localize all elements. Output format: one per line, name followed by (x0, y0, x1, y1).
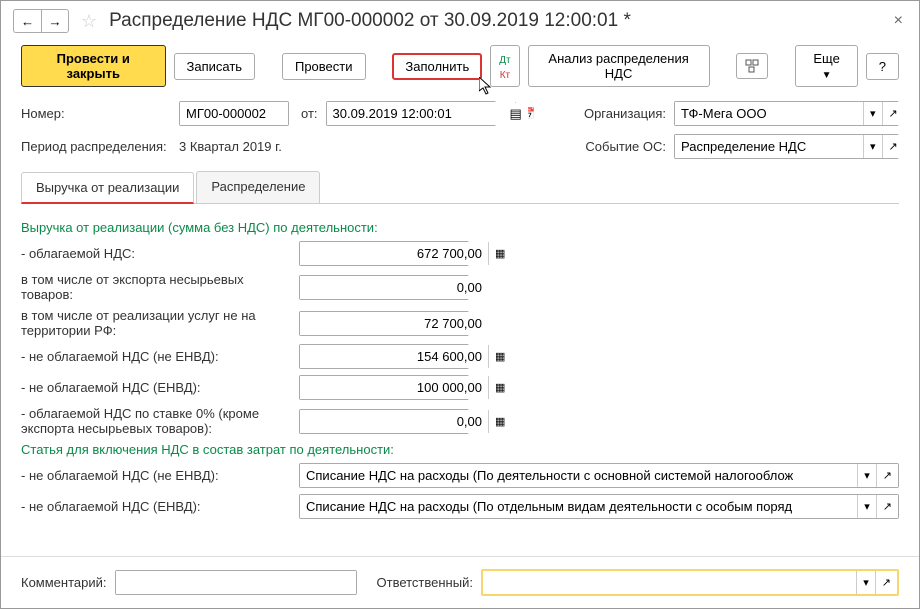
zero-input[interactable] (300, 410, 488, 433)
structure-button[interactable] (736, 53, 768, 79)
article2-label: - не облагаемой НДС (ЕНВД): (21, 499, 291, 514)
open-icon[interactable]: ↗ (875, 571, 897, 594)
not-vat-input[interactable] (300, 345, 488, 368)
number-label: Номер: (21, 106, 171, 121)
fill-button[interactable]: Заполнить (392, 53, 482, 80)
not-vat-label: - не облагаемой НДС (не ЕНВД): (21, 349, 291, 364)
dropdown-icon[interactable]: ▾ (863, 135, 882, 158)
comment-input[interactable] (116, 571, 356, 594)
open-icon[interactable]: ↗ (876, 495, 898, 518)
more-button[interactable]: Еще ▼ (795, 45, 857, 87)
analysis-button[interactable]: Анализ распределения НДС (528, 45, 710, 87)
section-revenue-header: Выручка от реализации (сумма без НДС) по… (21, 220, 899, 235)
forward-button[interactable]: → (41, 9, 69, 33)
comment-label: Комментарий: (21, 575, 107, 590)
org-label: Организация: (584, 106, 666, 121)
dtkt-button[interactable]: ДтКт (490, 45, 519, 87)
article1-input[interactable] (300, 464, 857, 487)
tab-distribution[interactable]: Распределение (196, 171, 320, 203)
article1-label: - не облагаемой НДС (не ЕНВД): (21, 468, 291, 483)
section-articles-header: Статья для включения НДС в состав затрат… (21, 442, 899, 457)
services-input[interactable] (300, 312, 488, 335)
event-label: Событие ОС: (585, 139, 666, 154)
date-label: от: (301, 106, 318, 121)
export-input[interactable] (300, 276, 488, 299)
date-input[interactable] (327, 102, 515, 125)
back-button[interactable]: ← (13, 9, 41, 33)
vat-taxable-label: - облагаемой НДС: (21, 246, 291, 261)
calculator-icon[interactable]: ▦ (488, 410, 511, 433)
page-title: Распределение НДС МГ00-000002 от 30.09.2… (109, 10, 882, 32)
services-label: в том числе от реализации услуг не на те… (21, 308, 291, 338)
org-input[interactable] (675, 102, 863, 125)
tab-revenue[interactable]: Выручка от реализации (21, 172, 194, 204)
close-icon[interactable]: × (890, 12, 907, 30)
calculator-icon[interactable]: ▦ (488, 376, 511, 399)
event-input[interactable] (675, 135, 863, 158)
calculator-icon[interactable]: ▦ (488, 242, 511, 265)
help-button[interactable]: ? (866, 53, 899, 80)
open-icon[interactable]: ↗ (876, 464, 898, 487)
post-button[interactable]: Провести (282, 53, 366, 80)
export-label: в том числе от экспорта несырьевых товар… (21, 272, 291, 302)
vat-taxable-input[interactable] (300, 242, 488, 265)
dropdown-icon[interactable]: ▾ (863, 102, 882, 125)
zero-label: - облагаемой НДС по ставке 0% (кроме экс… (21, 406, 291, 436)
envd-label: - не облагаемой НДС (ЕНВД): (21, 380, 291, 395)
article2-input[interactable] (300, 495, 857, 518)
dropdown-icon[interactable]: ▾ (857, 495, 876, 518)
responsible-input[interactable] (483, 571, 856, 594)
open-icon[interactable]: ↗ (882, 135, 904, 158)
open-icon[interactable]: ↗ (882, 102, 904, 125)
period-value: 3 Квартал 2019 г. (179, 139, 282, 154)
number-input[interactable] (180, 102, 288, 125)
period-label: Период распределения: (21, 139, 171, 154)
dropdown-icon[interactable]: ▾ (857, 464, 876, 487)
post-close-button[interactable]: Провести и закрыть (21, 45, 166, 87)
dropdown-icon[interactable]: ▾ (856, 571, 875, 594)
responsible-label: Ответственный: (377, 575, 473, 590)
star-icon[interactable]: ☆ (81, 11, 97, 32)
list-icon[interactable]: ▤ (504, 103, 528, 125)
write-button[interactable]: Записать (174, 53, 256, 80)
envd-input[interactable] (300, 376, 488, 399)
calculator-icon[interactable]: ▦ (488, 345, 511, 368)
